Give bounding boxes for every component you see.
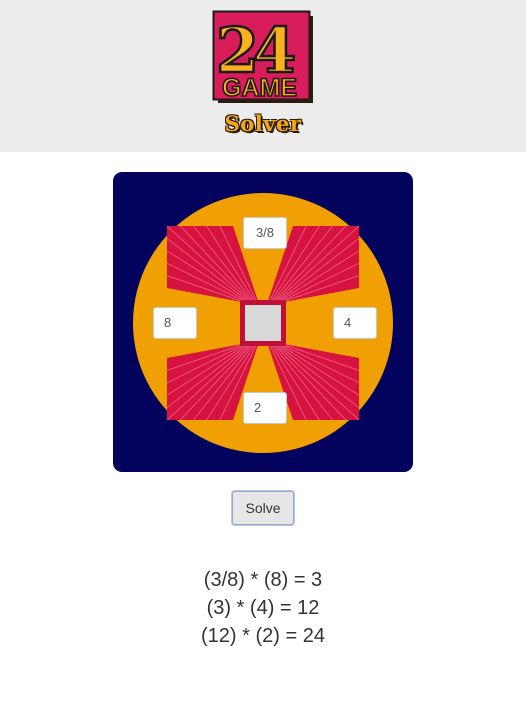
solution-line: (3) * (4) = 12 bbox=[206, 597, 320, 619]
solution-output: (3/8) * (8) = 3 (3) * (4) = 12 (12) * (2… bbox=[0, 566, 526, 650]
logo-graphic: 24 GAME bbox=[212, 10, 313, 103]
center-square bbox=[245, 305, 281, 341]
number-input-left[interactable] bbox=[153, 307, 197, 339]
header: 24 GAME Solver bbox=[0, 0, 526, 152]
logo-word: GAME bbox=[222, 74, 297, 102]
game-board bbox=[113, 172, 413, 472]
number-input-top[interactable] bbox=[243, 217, 287, 249]
24-game-logo: 24 GAME bbox=[212, 10, 314, 106]
solve-button[interactable]: Solve bbox=[232, 491, 294, 525]
solution-line: (12) * (2) = 24 bbox=[201, 625, 325, 647]
solution-line: (3/8) * (8) = 3 bbox=[203, 569, 323, 591]
number-input-right[interactable] bbox=[333, 307, 377, 339]
number-input-bottom[interactable] bbox=[243, 392, 287, 424]
subtitle-solver: Solver bbox=[224, 111, 302, 136]
